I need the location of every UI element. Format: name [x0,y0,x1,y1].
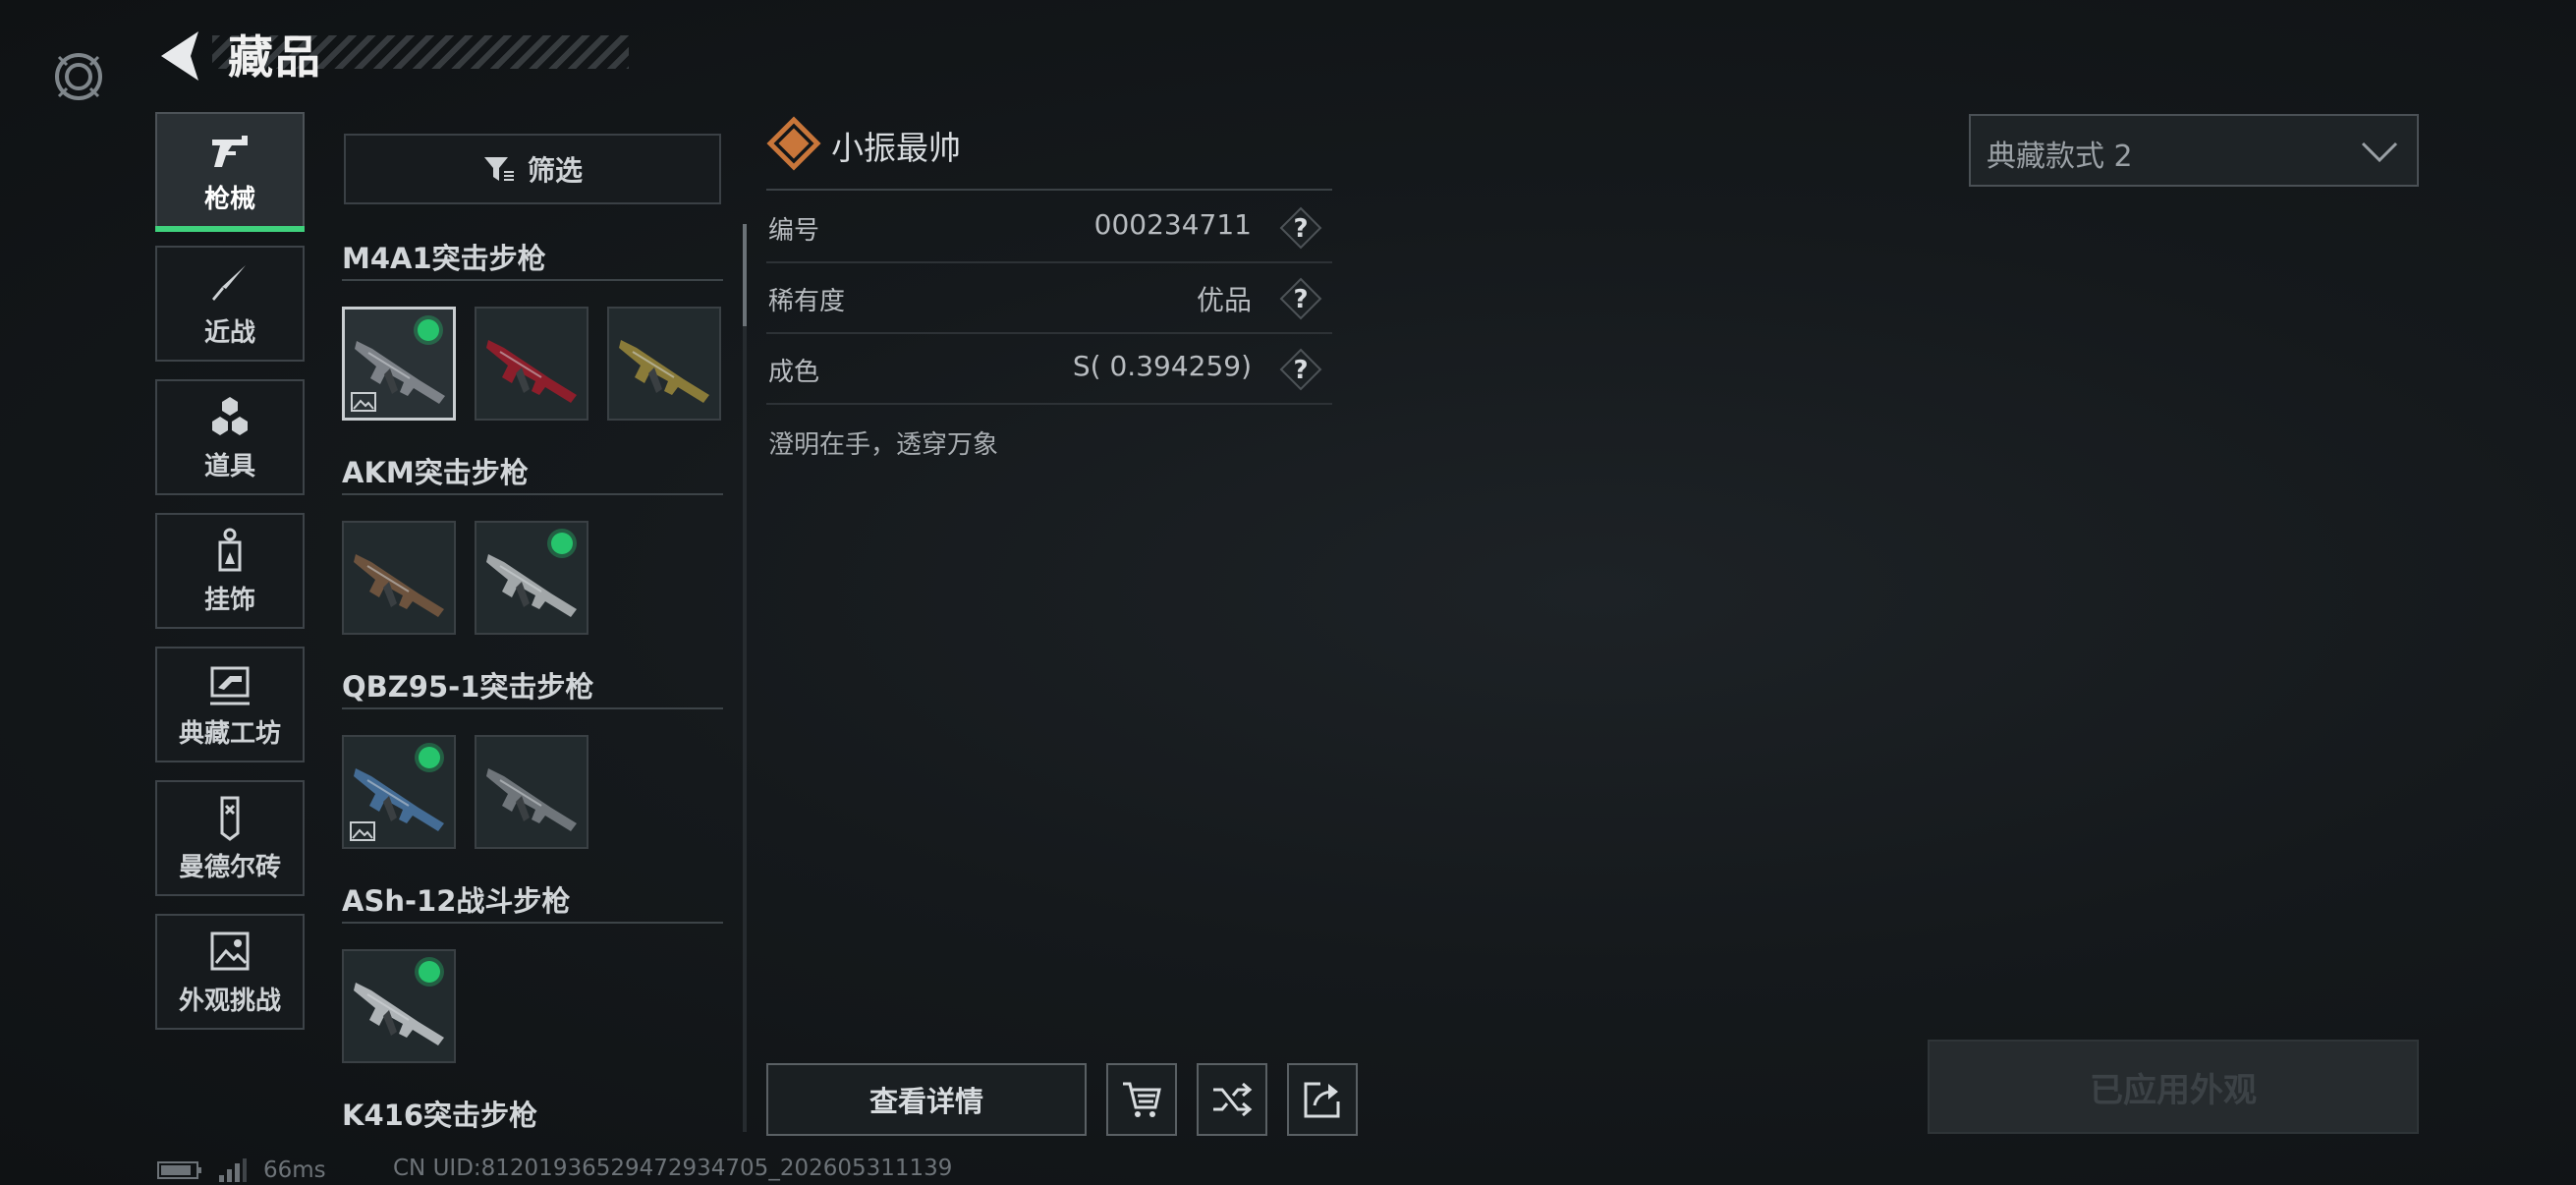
weapon-skin-tile[interactable] [475,521,588,635]
help-icon[interactable]: ? [1277,275,1324,322]
cart-button[interactable] [1106,1063,1177,1136]
category-tab[interactable]: 外观挑战 [155,914,305,1030]
picture-icon [351,392,376,412]
weapon-group-title: QBZ95-1突击步枪 [342,670,594,704]
equipped-indicator [419,961,440,983]
category-label: 挂饰 [203,585,255,615]
item-description: 澄明在手，透穿万象 [768,430,999,460]
chevron-down-icon [2361,141,2398,163]
category-tab[interactable]: 道具 [155,379,305,495]
weapon-skin-tile[interactable] [342,307,456,421]
signal-icon [219,1158,247,1182]
weapon-group-title: M4A1突击步枪 [342,242,546,275]
info-divider [766,189,1332,191]
list-scrollbar-thumb[interactable] [743,224,747,326]
weapon-skin-tile[interactable] [475,307,588,421]
settings-icon[interactable] [51,49,106,104]
weapon-skin-tile[interactable] [607,307,721,421]
info-value: 优品 [1196,284,1252,316]
svg-text:?: ? [1293,285,1308,314]
group-divider [342,707,723,709]
equipped-indicator [551,533,573,554]
weapon-skin-tile[interactable] [342,521,456,635]
info-row: 成色 S( 0.394259)? [766,334,1332,405]
charm-icon [218,528,242,571]
back-button[interactable] [155,28,206,85]
filter-icon [483,157,514,181]
category-tab[interactable]: 枪械 [155,112,305,232]
page-title: 藏品 [228,30,322,84]
category-label: 典藏工坊 [178,718,281,749]
user-uid: CN UID:8120193652947293470​5_20260531113… [393,1156,953,1181]
view-details-button[interactable]: 查看详情 [766,1063,1087,1136]
weapon-group-title: AKM突击步枪 [342,456,529,489]
rifle-icon [486,768,577,831]
brick-icon [220,796,240,841]
category-tab[interactable]: 曼德尔砖 [155,780,305,896]
weapon-group-title: ASh-12战斗步枪 [342,884,571,918]
equipped-indicator [419,747,440,768]
category-label: 枪械 [203,184,255,214]
weapon-skin-tile[interactable] [475,735,588,849]
owner-name: 小振最帅 [831,129,961,167]
category-tab[interactable]: 近战 [155,246,305,362]
share-button[interactable] [1287,1063,1358,1136]
rifle-icon [486,340,577,403]
rifle-icon [354,554,444,617]
filter-button[interactable]: 筛选 [344,134,721,204]
group-divider [342,493,723,495]
rifle-icon [619,340,709,403]
info-value: S( 0.394259) [1072,350,1252,382]
info-key: 稀有度 [768,287,846,316]
rarity-diamond-icon [766,116,821,171]
filter-label: 筛选 [527,154,583,187]
ping-value: 66ms [263,1157,326,1183]
group-divider [342,922,723,924]
pistol-icon [212,135,248,167]
weapon-skin-tile[interactable] [342,949,456,1063]
weapon-skin-tile[interactable] [342,735,456,849]
list-scrollbar-track[interactable] [743,224,747,1132]
category-label: 外观挑战 [178,986,281,1016]
style-variant-value: 典藏款式 2 [1987,140,2133,174]
category-label: 曼德尔砖 [178,852,281,882]
style-variant-select[interactable]: 典藏款式 2 [1969,114,2419,187]
help-icon[interactable]: ? [1277,204,1324,252]
share-icon [1304,1082,1340,1118]
weapon-skin-list[interactable]: M4A1突击步枪 AKM突击步枪 QBZ95-1突击步枪 ASh-12战斗步枪 K416… [342,236,725,1132]
svg-text:?: ? [1293,214,1308,244]
applied-appearance-button[interactable]: 已应用外观 [1928,1040,2419,1134]
status-bar: 66ms [157,1156,326,1185]
weapon-group-title: K416突击步枪 [342,1099,538,1132]
picture-icon [350,821,375,841]
shuffle-icon [1213,1082,1253,1117]
knife-icon [212,264,246,301]
category-tab[interactable]: 典藏工坊 [155,647,305,762]
info-value: 000234711 [1093,208,1252,241]
equipped-indicator [418,319,439,341]
category-label: 近战 [203,317,255,348]
info-key: 成色 [768,358,820,387]
info-row: 稀有度 优品? [766,263,1332,334]
category-label: 道具 [203,451,255,481]
shuffle-button[interactable] [1197,1063,1267,1136]
frame-icon [210,666,250,705]
group-divider [342,279,723,281]
info-key: 编号 [768,216,820,246]
help-icon[interactable]: ? [1277,346,1324,393]
image-challenge-icon [210,931,250,970]
category-tab[interactable]: 挂饰 [155,513,305,629]
grenade-icon [212,396,248,435]
info-row: 编号 000234711? [766,193,1332,263]
svg-text:?: ? [1293,356,1308,385]
cart-icon [1123,1082,1161,1117]
battery-icon [157,1161,201,1179]
